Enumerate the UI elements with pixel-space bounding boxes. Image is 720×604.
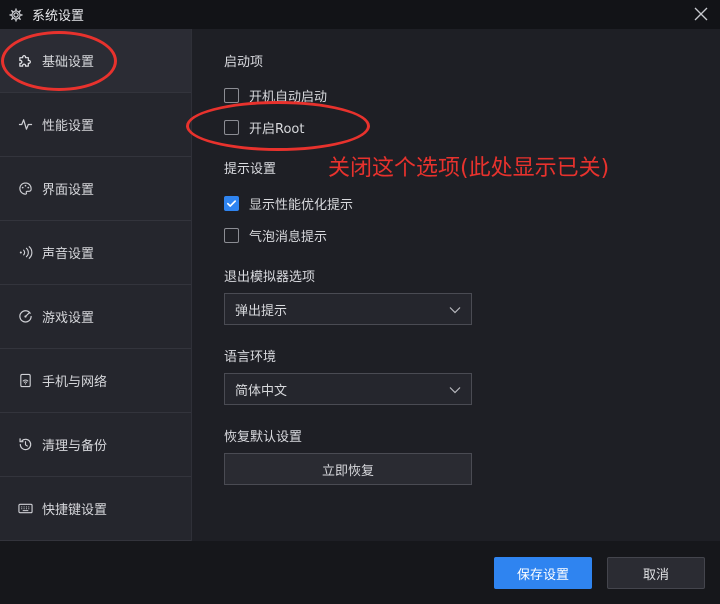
checkbox-label: 气泡消息提示 [249, 230, 328, 245]
sidebar-item-cleanup[interactable]: 清理与备份 [0, 413, 191, 477]
check-icon [227, 200, 236, 207]
auto-start-checkbox[interactable]: 开机自动启动 [224, 86, 327, 105]
game-icon [17, 309, 33, 325]
perf-hint-checkbox[interactable]: 显示性能优化提示 [224, 194, 353, 213]
cancel-button[interactable]: 取消 [607, 557, 705, 589]
checkbox-box[interactable] [224, 228, 239, 243]
sidebar-item-label: 界面设置 [42, 183, 95, 198]
keyboard-icon [17, 501, 33, 517]
exit-option-select[interactable]: 弹出提示 [224, 293, 472, 325]
checkbox-box[interactable] [224, 88, 239, 103]
sidebar-item-sound[interactable]: 声音设置 [0, 221, 191, 285]
checkbox-label: 显示性能优化提示 [249, 198, 354, 213]
checkbox-label: 开机自动启动 [249, 90, 328, 105]
checkbox-box[interactable] [224, 120, 239, 135]
sidebar-item-label: 声音设置 [42, 247, 95, 262]
select-value: 简体中文 [235, 383, 288, 399]
window-title: 系统设置 [32, 9, 85, 24]
restore-button[interactable]: 立即恢复 [224, 453, 472, 485]
exit-option-title: 退出模拟器选项 [224, 270, 316, 285]
settings-panel: 启动项 开机自动启动 开启Root 提示设置 显示性能优化提示 气泡消息提示 退… [193, 29, 720, 541]
history-icon [17, 437, 33, 453]
sidebar-item-network[interactable]: 手机与网络 [0, 349, 191, 413]
sidebar-item-label: 游戏设置 [42, 311, 95, 326]
annotation-text: 关闭这个选项(此处显示已关) [328, 156, 610, 181]
network-icon [17, 373, 33, 389]
language-select[interactable]: 简体中文 [224, 373, 472, 405]
palette-icon [17, 181, 33, 197]
sidebar-item-label: 快捷键设置 [42, 503, 108, 518]
chevron-down-icon [449, 307, 461, 314]
pulse-icon [17, 117, 33, 133]
sidebar-item-label: 清理与备份 [42, 439, 108, 454]
save-button[interactable]: 保存设置 [494, 557, 592, 589]
sidebar-item-label: 基础设置 [42, 55, 95, 70]
close-icon[interactable] [692, 5, 710, 23]
sound-icon [17, 245, 33, 261]
puzzle-icon [17, 53, 33, 69]
checkbox-label: 开启Root [249, 122, 305, 137]
select-value: 弹出提示 [235, 303, 288, 319]
bubble-hint-checkbox[interactable]: 气泡消息提示 [224, 226, 327, 245]
chevron-down-icon [449, 387, 461, 394]
sidebar-item-label: 手机与网络 [42, 375, 108, 390]
settings-sidebar: 基础设置 性能设置 界面设置 声音设置 游戏设置 手机与网络 清理与备份 快捷键… [0, 29, 192, 541]
dialog-footer: 保存设置 取消 [0, 541, 720, 604]
checkbox-box[interactable] [224, 196, 239, 211]
sidebar-item-basic[interactable]: 基础设置 [0, 29, 191, 93]
language-title: 语言环境 [224, 350, 277, 365]
gear-icon [8, 7, 24, 23]
restore-title: 恢复默认设置 [224, 430, 303, 445]
sidebar-item-game[interactable]: 游戏设置 [0, 285, 191, 349]
sidebar-item-hotkeys[interactable]: 快捷键设置 [0, 477, 191, 541]
title-bar: 系统设置 [0, 0, 720, 29]
sidebar-item-interface[interactable]: 界面设置 [0, 157, 191, 221]
sidebar-item-label: 性能设置 [42, 119, 95, 134]
startup-section-title: 启动项 [224, 55, 264, 70]
hints-section-title: 提示设置 [224, 162, 277, 177]
enable-root-checkbox[interactable]: 开启Root [224, 118, 304, 137]
sidebar-item-performance[interactable]: 性能设置 [0, 93, 191, 157]
